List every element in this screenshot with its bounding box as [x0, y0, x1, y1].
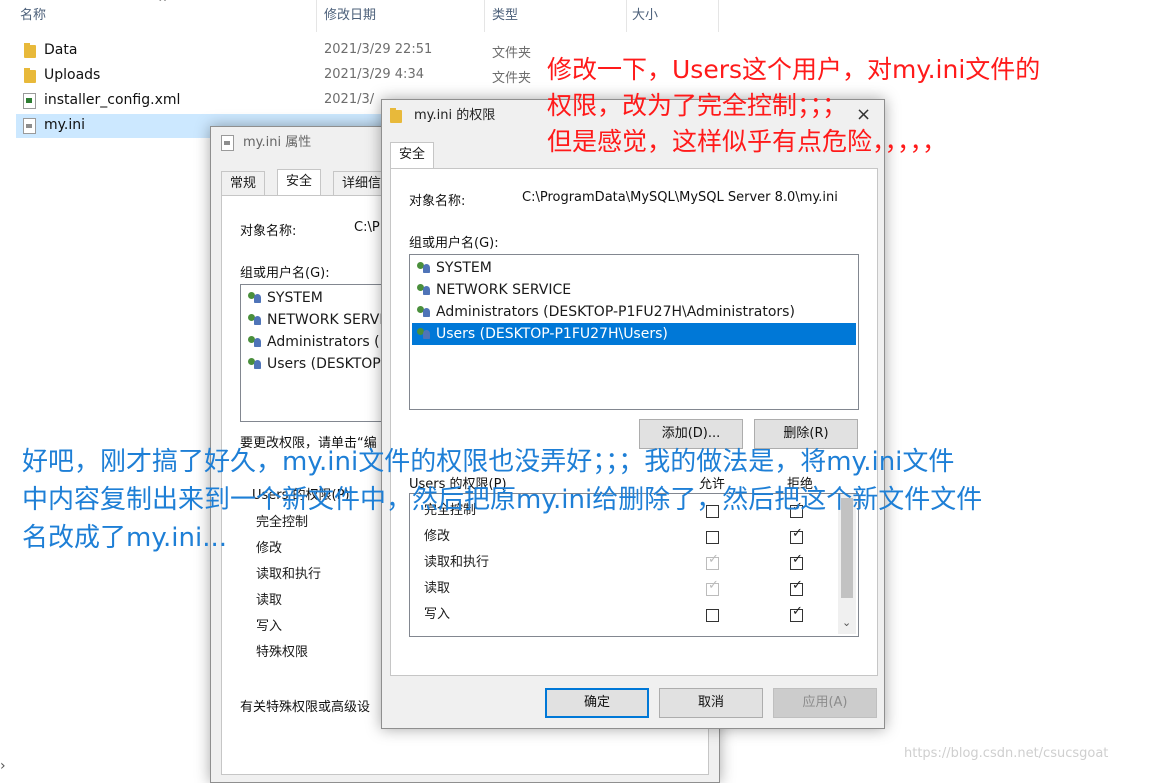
column-header-size[interactable]: 大小: [632, 0, 658, 32]
column-header-modified[interactable]: 修改日期: [324, 0, 376, 32]
user-group-icon: [247, 336, 263, 348]
allow-read-checkbox[interactable]: [706, 578, 719, 596]
list-item-label: NETWORK SERVICE: [436, 282, 572, 298]
list-item-network-service[interactable]: NETWORK SERVICE: [412, 279, 856, 301]
deny-read-checkbox[interactable]: [790, 578, 803, 596]
perm-read-execute: 读取和执行: [424, 555, 490, 570]
list-item-label: Users (DESKTOP-P1FU27H\Users): [436, 326, 668, 342]
dialog-title: my.ini 的权限: [414, 108, 496, 123]
user-group-icon: [416, 262, 432, 274]
column-header-name[interactable]: 名称: [20, 0, 46, 32]
allow-modify-checkbox[interactable]: [706, 531, 719, 544]
list-item-administrators[interactable]: Administrators (DESKTOP-P1FU27H\Administ…: [412, 301, 856, 323]
close-icon[interactable]: ×: [856, 104, 871, 125]
list-item-users[interactable]: Users (DESKTOP-P1FU27H\Users): [412, 323, 856, 345]
annotation-blue-line-2: 中内容复制出来到一个新文件中，然后把原my.ini给删除了，然后把这个新文件文件: [22, 485, 983, 515]
deny-modify-checkbox[interactable]: [790, 526, 803, 544]
annotation-blue-line-3: 名改成了my.ini...: [22, 523, 227, 553]
ini-file-icon: [221, 135, 234, 151]
perm-special: 特殊权限: [256, 645, 309, 660]
group-user-label: 组或用户名(G):: [409, 236, 499, 251]
user-list[interactable]: SYSTEM NETWORK SERVICE Administrators (D…: [409, 254, 859, 410]
list-item-label: Administrators (D: [267, 334, 391, 350]
object-name-value: C:\P: [354, 220, 380, 235]
column-separator[interactable]: [718, 0, 719, 32]
column-separator[interactable]: [484, 0, 485, 32]
chevron-down-icon[interactable]: ⌄: [842, 616, 851, 629]
list-item-network-service[interactable]: NETWORK SERVIC: [243, 309, 393, 331]
user-group-icon: [247, 358, 263, 370]
annotation-red-line-3: 但是感觉，这样似乎有点危险，，，，，: [547, 127, 948, 156]
list-item-system[interactable]: SYSTEM: [412, 257, 856, 279]
permissions-dialog: my.ini 的权限 × 安全 对象名称: C:\ProgramData\MyS…: [381, 99, 885, 729]
list-item-label: Administrators (DESKTOP-P1FU27H\Administ…: [436, 304, 795, 320]
user-group-icon: [247, 314, 263, 326]
user-group-icon: [247, 292, 263, 304]
file-name: Data: [44, 42, 78, 58]
perm-modify: 修改: [256, 541, 283, 556]
object-name-label: 对象名称:: [409, 194, 466, 209]
object-name-value: C:\ProgramData\MySQL\MySQL Server 8.0\my…: [522, 190, 838, 205]
sort-ascending-icon: ^: [158, 0, 168, 9]
file-type: 文件夹: [492, 46, 532, 61]
file-date: 2021/3/29 22:51: [324, 42, 433, 57]
file-date: 2021/3/: [324, 92, 375, 107]
file-lock-icon: [390, 108, 402, 123]
perm-write: 写入: [424, 607, 451, 622]
object-name-label: 对象名称:: [240, 224, 297, 239]
file-type: 文件夹: [492, 71, 532, 86]
file-date: 2021/3/29 4:34: [324, 67, 424, 82]
file-name: Uploads: [44, 67, 101, 83]
user-group-icon: [416, 284, 432, 296]
tab-security[interactable]: 安全: [390, 142, 435, 169]
group-user-label: 组或用户名(G):: [240, 266, 330, 281]
chevron-right-icon[interactable]: ›: [0, 758, 6, 774]
cancel-button[interactable]: 取消: [659, 688, 763, 718]
list-item-users[interactable]: Users (DESKTOP-: [243, 353, 385, 375]
column-separator[interactable]: [626, 0, 627, 32]
deny-read-execute-checkbox[interactable]: [790, 552, 803, 570]
ini-file-icon: [23, 118, 36, 134]
ok-button[interactable]: 确定: [545, 688, 649, 718]
apply-button[interactable]: 应用(A): [773, 688, 877, 718]
list-item-label: SYSTEM: [436, 260, 492, 276]
xml-file-icon: [23, 93, 36, 109]
tab-security[interactable]: 安全: [277, 169, 322, 196]
watermark: https://blog.csdn.net/csucsgoat: [904, 746, 1109, 761]
annotation-red-line-2: 权限，改为了完全控制；；；: [547, 91, 848, 120]
dialog-title: my.ini 属性: [243, 135, 312, 150]
annotation-red-line-1: 修改一下，Users这个用户，对my.ini文件的: [547, 55, 1041, 84]
file-name: my.ini: [44, 117, 86, 133]
list-item-label: NETWORK SERVIC: [267, 312, 394, 328]
list-item-system[interactable]: SYSTEM: [243, 287, 323, 309]
column-separator[interactable]: [316, 0, 317, 32]
perm-read: 读取: [256, 593, 283, 608]
folder-icon: [24, 68, 36, 83]
perm-modify: 修改: [424, 529, 451, 544]
perm-read-execute: 读取和执行: [256, 567, 322, 582]
perm-read: 读取: [424, 581, 451, 596]
allow-write-checkbox[interactable]: [706, 609, 719, 622]
user-group-icon: [416, 328, 432, 340]
allow-read-execute-checkbox[interactable]: [706, 552, 719, 570]
annotation-blue-line-1: 好吧，刚才搞了好久，my.ini文件的权限也没弄好；；；我的做法是，将my.in…: [22, 447, 955, 477]
list-item-administrators[interactable]: Administrators (D: [243, 331, 390, 353]
list-item-label: Users (DESKTOP-: [267, 356, 386, 372]
tab-general[interactable]: 常规: [221, 171, 266, 196]
security-panel: 对象名称: C:\ProgramData\MySQL\MySQL Server …: [390, 168, 878, 676]
file-name: installer_config.xml: [44, 92, 181, 108]
advanced-hint: 有关特殊权限或高级设: [240, 700, 371, 715]
perm-write: 写入: [256, 619, 283, 634]
column-header-type[interactable]: 类型: [492, 0, 518, 32]
folder-icon: [24, 43, 36, 58]
deny-write-checkbox[interactable]: [790, 604, 803, 622]
user-group-icon: [416, 306, 432, 318]
list-item-label: SYSTEM: [267, 290, 323, 306]
